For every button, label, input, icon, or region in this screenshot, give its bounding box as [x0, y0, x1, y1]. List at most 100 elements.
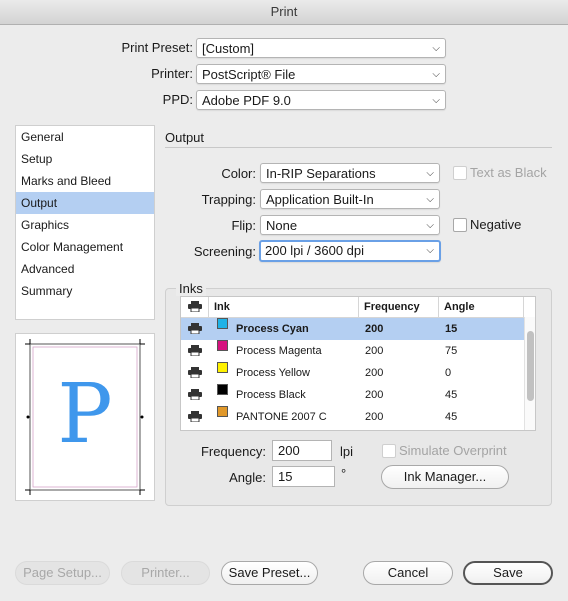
printer-icon [188, 323, 202, 334]
ink-swatch [217, 318, 228, 329]
color-select[interactable]: In-RIP Separations ⌵ [260, 163, 440, 183]
frequency-input[interactable]: 200 [272, 440, 332, 461]
print-preset-label: Print Preset: [121, 40, 193, 55]
table-row[interactable]: Process Yellow 200 0 [181, 362, 524, 384]
ink-name: PANTONE 2007 C [236, 411, 327, 423]
table-row[interactable]: Process Magenta 200 75 [181, 340, 524, 362]
ink-manager-button[interactable]: Ink Manager... [381, 465, 509, 489]
simulate-overprint-checkbox[interactable] [382, 444, 396, 458]
ink-frequency: 200 [365, 411, 384, 423]
frequency-unit: lpi [340, 444, 354, 459]
ink-name: Process Black [236, 389, 306, 401]
sidebar-item-general[interactable]: General [16, 126, 154, 148]
simulate-overprint-label: Simulate Overprint [399, 443, 507, 458]
trapping-label: Trapping: [201, 192, 256, 207]
chevron-down-icon: ⌵ [432, 43, 440, 54]
angle-unit: ° [341, 466, 347, 481]
flip-value: None [266, 218, 298, 233]
print-toggle[interactable] [181, 318, 209, 340]
chevron-down-icon: ⌵ [426, 245, 434, 256]
printer-icon [188, 345, 202, 356]
output-divider [165, 147, 552, 148]
chevron-down-icon: ⌵ [426, 168, 434, 179]
cancel-button[interactable]: Cancel [363, 561, 453, 585]
printer-icon [188, 301, 202, 312]
trapping-select[interactable]: Application Built-In ⌵ [260, 189, 440, 209]
page-setup-button[interactable]: Page Setup... [15, 561, 110, 585]
ppd-select[interactable]: Adobe PDF 9.0 ⌵ [196, 90, 446, 110]
sidebar-item-output[interactable]: Output [16, 192, 154, 214]
flip-select[interactable]: None ⌵ [260, 215, 440, 235]
ink-name: Process Magenta [236, 345, 322, 357]
printer-value: PostScript® File [202, 67, 296, 82]
printer-icon [188, 411, 202, 422]
printer-label: Printer: [151, 66, 193, 81]
ink-column-header[interactable]: Ink [209, 297, 359, 317]
sidebar-item-marks-and-bleed[interactable]: Marks and Bleed [16, 170, 154, 192]
table-row[interactable]: Process Black 200 45 [181, 384, 524, 406]
print-column-header[interactable] [181, 297, 209, 317]
printer-icon [188, 389, 202, 400]
sidebar-item-color-management[interactable]: Color Management [16, 236, 154, 258]
chevron-down-icon: ⌵ [426, 194, 434, 205]
trapping-value: Application Built-In [266, 192, 374, 207]
sidebar-item-graphics[interactable]: Graphics [16, 214, 154, 236]
printer-button[interactable]: Printer... [121, 561, 210, 585]
ink-angle: 45 [445, 411, 458, 423]
window-title: Print [0, 0, 568, 25]
chevron-down-icon: ⌵ [426, 220, 434, 231]
preview-letter: P [57, 367, 112, 462]
screening-value: 200 lpi / 3600 dpi [265, 243, 365, 258]
angle-label: Angle: [229, 470, 266, 485]
preview-canvas: P [25, 339, 145, 495]
table-row[interactable]: PANTONE 2007 C 200 45 [181, 406, 524, 428]
chevron-down-icon: ⌵ [432, 69, 440, 80]
scrollbar-thumb[interactable] [527, 331, 534, 401]
print-preset-select[interactable]: [Custom] ⌵ [196, 38, 446, 58]
screening-select[interactable]: 200 lpi / 3600 dpi ⌵ [259, 240, 441, 262]
save-button[interactable]: Save [463, 561, 553, 585]
frequency-column-header[interactable]: Frequency [359, 297, 439, 317]
negative-checkbox[interactable] [453, 218, 467, 232]
ink-angle: 75 [445, 345, 458, 357]
print-toggle[interactable] [181, 384, 209, 406]
sidebar-item-setup[interactable]: Setup [16, 148, 154, 170]
negative-label: Negative [470, 217, 522, 232]
save-preset-button[interactable]: Save Preset... [221, 561, 318, 585]
ink-frequency: 200 [365, 367, 384, 379]
ink-angle: 0 [445, 367, 452, 379]
ink-swatch [217, 362, 228, 373]
inks-section-title: Inks [176, 281, 206, 296]
chevron-down-icon: ⌵ [432, 95, 440, 106]
ink-swatch [217, 340, 228, 351]
ppd-value: Adobe PDF 9.0 [202, 93, 291, 108]
inks-table[interactable]: Ink Frequency Angle Process Cyan 200 15 Pro… [180, 296, 536, 431]
sidebar-item-advanced[interactable]: Advanced [16, 258, 154, 280]
ink-frequency: 200 [365, 345, 384, 357]
table-row[interactable]: Process Cyan 200 15 [181, 318, 524, 340]
angle-column-header[interactable]: Angle [439, 297, 524, 317]
ink-swatch [217, 406, 228, 417]
screening-label: Screening: [193, 244, 256, 259]
angle-input[interactable]: 15 [272, 466, 335, 487]
print-toggle[interactable] [181, 340, 209, 362]
ink-name: Process Cyan [236, 323, 309, 335]
ink-frequency: 200 [365, 323, 384, 335]
color-value: In-RIP Separations [266, 166, 376, 181]
color-label: Color: [221, 166, 256, 181]
flip-label: Flip: [231, 218, 256, 233]
text-as-black-checkbox[interactable] [453, 166, 467, 180]
ink-swatch [217, 384, 228, 395]
inks-scrollbar[interactable] [524, 317, 535, 430]
ink-angle: 45 [445, 389, 458, 401]
print-toggle[interactable] [181, 406, 209, 428]
printer-select[interactable]: PostScript® File ⌵ [196, 64, 446, 84]
print-toggle[interactable] [181, 362, 209, 384]
ink-frequency: 200 [365, 389, 384, 401]
printer-icon [188, 367, 202, 378]
ppd-label: PPD: [162, 92, 193, 107]
frequency-label: Frequency: [200, 444, 266, 459]
sidebar-item-summary[interactable]: Summary [16, 280, 154, 302]
ink-name: Process Yellow [236, 367, 310, 379]
print-preset-value: [Custom] [202, 41, 255, 56]
